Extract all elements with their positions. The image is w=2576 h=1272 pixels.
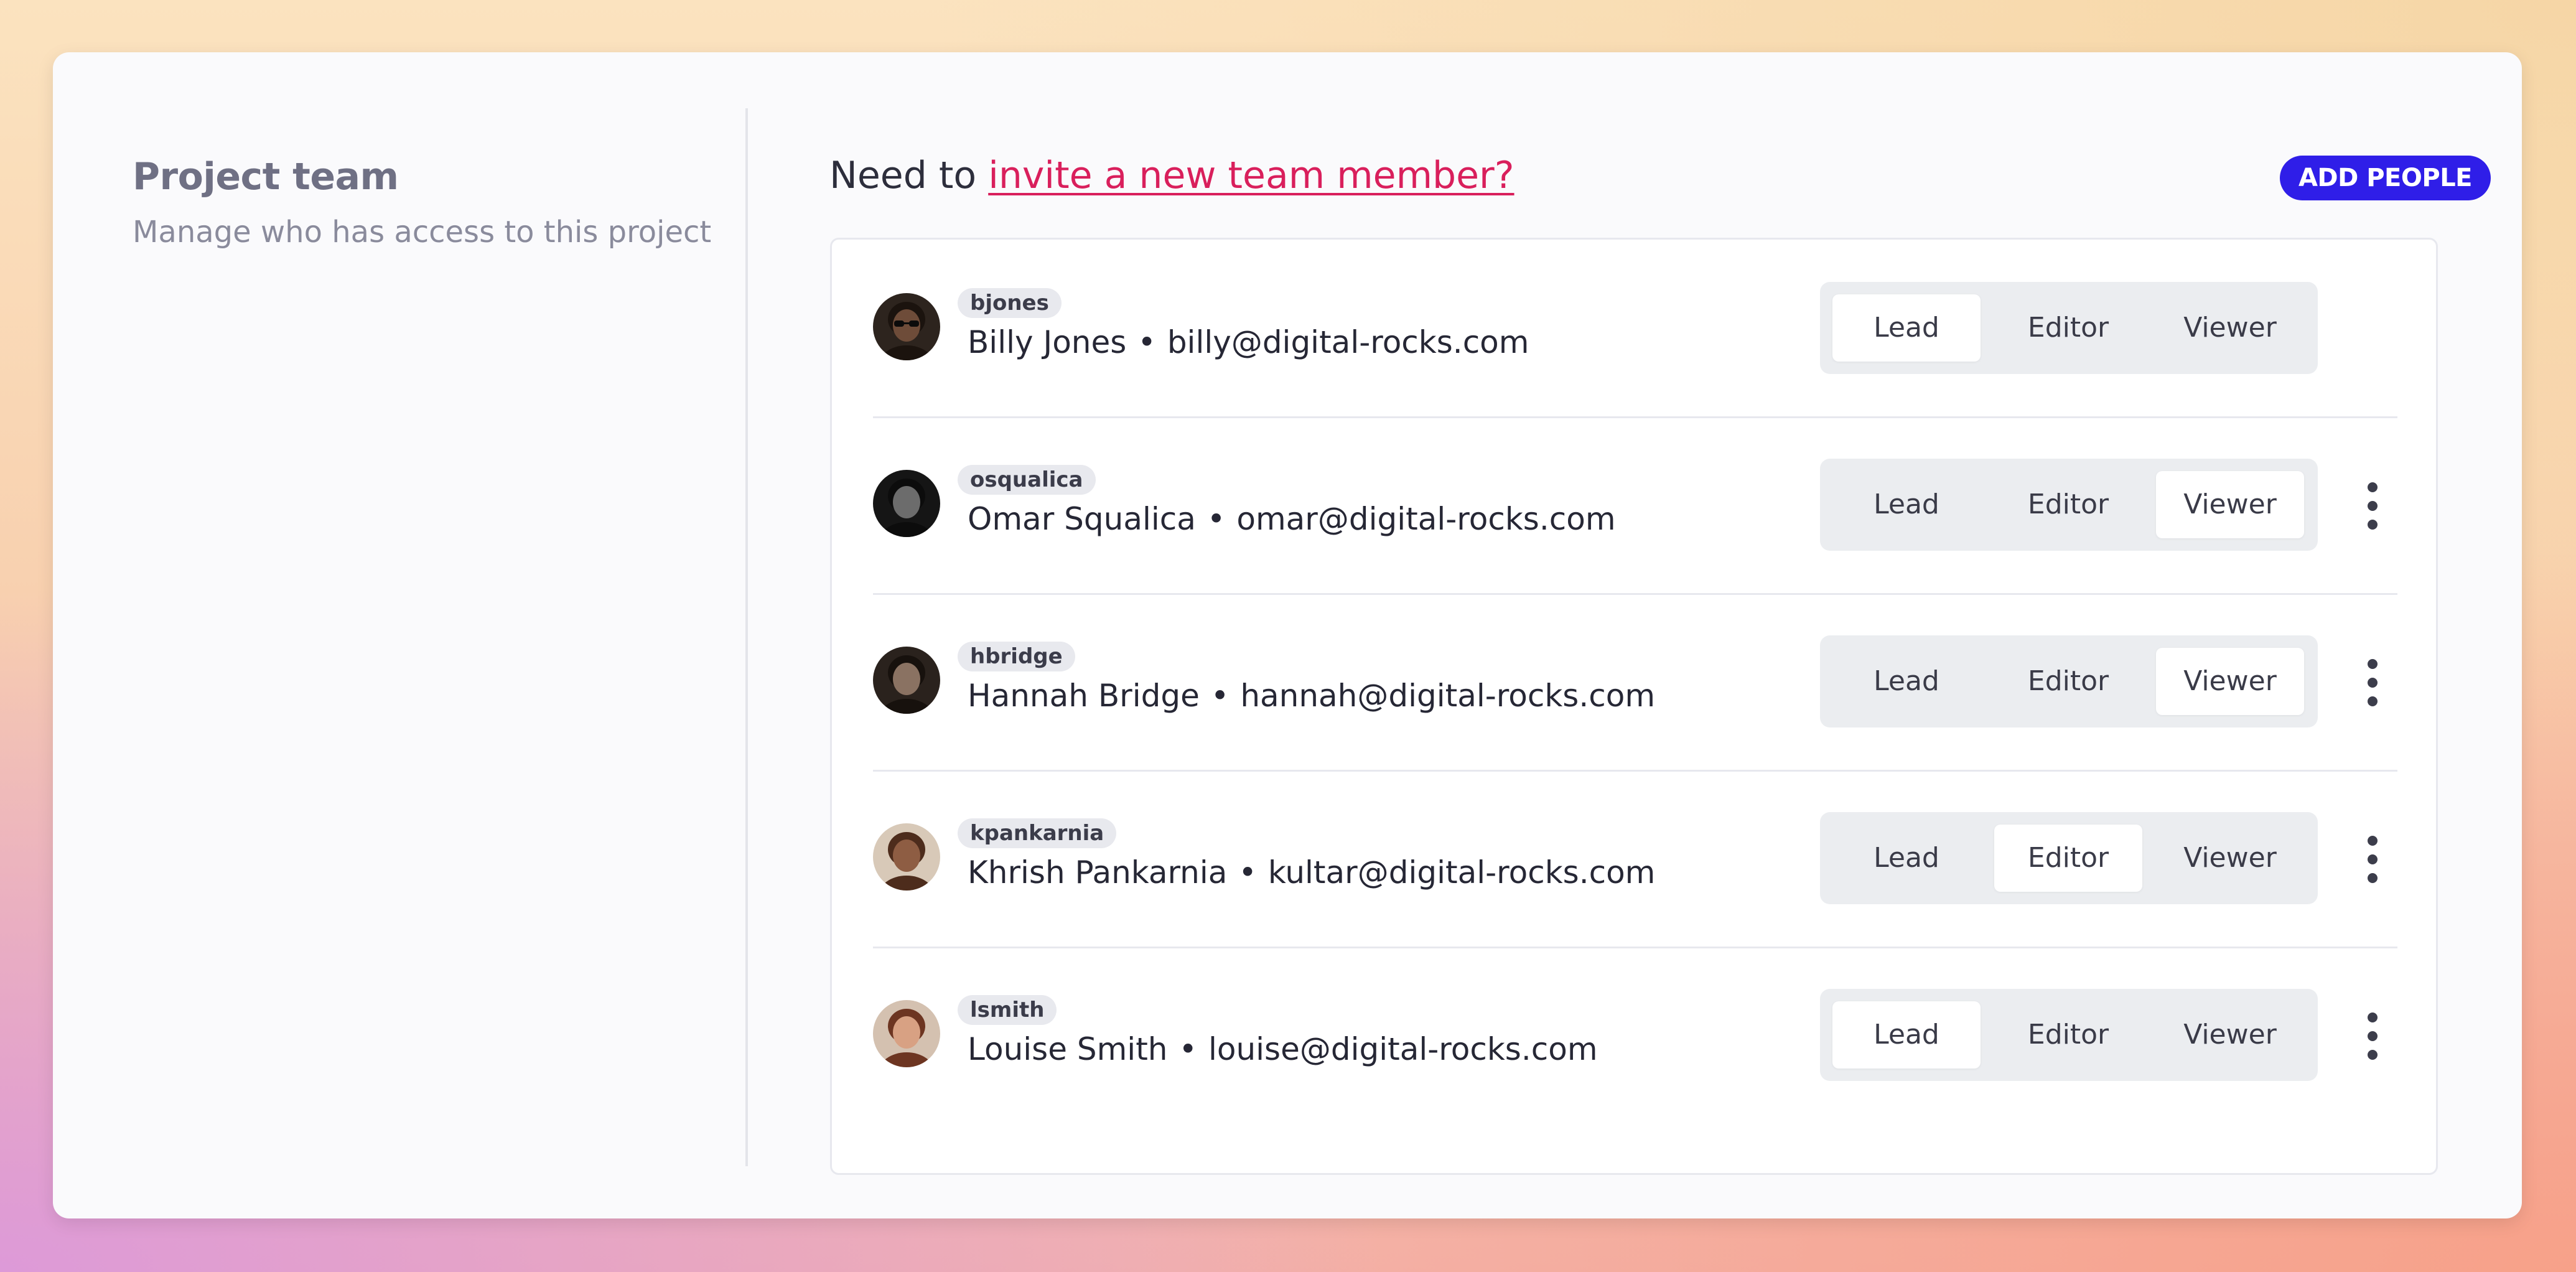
separator-dot: • bbox=[1137, 324, 1156, 360]
role-option-editor[interactable]: Editor bbox=[1994, 825, 2142, 892]
member-name: Omar Squalica bbox=[968, 501, 1196, 537]
avatar-photo-icon bbox=[873, 293, 940, 360]
separator-dot: • bbox=[1238, 854, 1257, 891]
team-header: Need to invite a new team member? ADD PE… bbox=[829, 151, 2491, 213]
menu-dot bbox=[2368, 678, 2378, 688]
menu-dot bbox=[2368, 1031, 2378, 1041]
role-option-lead[interactable]: Lead bbox=[1832, 471, 1981, 538]
member-info: Khrish Pankarnia • kultar@digital-rocks.co… bbox=[968, 852, 1655, 893]
avatar-photo-icon bbox=[873, 470, 940, 537]
member-name: Louise Smith bbox=[968, 1031, 1168, 1067]
member-row: osqualica Omar Squalica • omar@digital-rock… bbox=[873, 416, 2397, 595]
invite-member-link[interactable]: invite a new team member? bbox=[988, 154, 1514, 197]
menu-dot bbox=[2368, 873, 2378, 883]
member-row: kpankarnia Khrish Pankarnia • kultar@digita… bbox=[873, 770, 2397, 948]
role-option-lead[interactable]: Lead bbox=[1832, 825, 1981, 892]
menu-dot bbox=[2368, 501, 2378, 511]
role-switch: Lead Editor Viewer bbox=[1820, 989, 2318, 1081]
username-badge: hbridge bbox=[958, 642, 1075, 671]
menu-dot bbox=[2368, 854, 2378, 864]
more-vertical-icon[interactable] bbox=[2354, 482, 2391, 530]
members-list: bjones Billy Jones • billy@digital-rocks.co… bbox=[830, 238, 2438, 1175]
member-email: omar@digital-rocks.com bbox=[1236, 501, 1616, 537]
project-team-card: Project team Manage who has access to th… bbox=[53, 52, 2522, 1218]
invite-prefix: Need to bbox=[829, 154, 977, 197]
avatar-photo-icon bbox=[873, 823, 940, 891]
separator-dot: • bbox=[1210, 678, 1230, 714]
role-option-viewer[interactable]: Viewer bbox=[2156, 648, 2304, 715]
role-option-editor[interactable]: Editor bbox=[1994, 471, 2142, 538]
role-option-editor[interactable]: Editor bbox=[1994, 648, 2142, 715]
role-option-editor[interactable]: Editor bbox=[1994, 1001, 2142, 1069]
member-info: Omar Squalica • omar@digital-rocks.com bbox=[968, 498, 1616, 540]
member-row: hbridge Hannah Bridge • hannah@digital-rock… bbox=[873, 593, 2397, 772]
menu-dot bbox=[2368, 659, 2378, 669]
role-option-viewer[interactable]: Viewer bbox=[2156, 294, 2304, 362]
member-email: hannah@digital-rocks.com bbox=[1240, 678, 1656, 714]
menu-dot bbox=[2368, 696, 2378, 706]
separator-dot: • bbox=[1178, 1031, 1197, 1067]
more-vertical-icon[interactable] bbox=[2354, 836, 2391, 883]
member-email: billy@digital-rocks.com bbox=[1167, 324, 1529, 360]
member-info: Louise Smith • louise@digital-rocks.com bbox=[968, 1029, 1598, 1070]
role-switch: Lead Editor Viewer bbox=[1820, 812, 2318, 904]
member-info: Hannah Bridge • hannah@digital-rocks.com bbox=[968, 675, 1655, 716]
role-option-editor[interactable]: Editor bbox=[1994, 294, 2142, 362]
member-email: louise@digital-rocks.com bbox=[1208, 1031, 1598, 1067]
role-switch: Lead Editor Viewer bbox=[1820, 459, 2318, 551]
more-vertical-icon[interactable] bbox=[2354, 659, 2391, 706]
vertical-divider bbox=[745, 108, 748, 1166]
section-title: Project team bbox=[133, 155, 399, 199]
role-option-viewer[interactable]: Viewer bbox=[2156, 471, 2304, 538]
menu-dot bbox=[2368, 1050, 2378, 1060]
member-name: Hannah Bridge bbox=[968, 678, 1200, 714]
menu-dot bbox=[2368, 520, 2378, 530]
menu-dot bbox=[2368, 482, 2378, 492]
member-info: Billy Jones • billy@digital-rocks.com bbox=[968, 322, 1529, 363]
role-switch: Lead Editor Viewer bbox=[1820, 635, 2318, 727]
menu-dot bbox=[2368, 1012, 2378, 1022]
username-badge: osqualica bbox=[958, 465, 1096, 495]
section-subtitle: Manage who has access to this project bbox=[133, 215, 712, 250]
avatar-photo-icon bbox=[873, 647, 940, 714]
more-vertical-icon[interactable] bbox=[2354, 1012, 2391, 1060]
role-option-viewer[interactable]: Viewer bbox=[2156, 1001, 2304, 1069]
role-option-lead[interactable]: Lead bbox=[1832, 294, 1981, 362]
role-switch: Lead Editor Viewer bbox=[1820, 282, 2318, 374]
menu-dot bbox=[2368, 836, 2378, 846]
add-people-button[interactable]: ADD PEOPLE bbox=[2279, 156, 2491, 200]
member-name: Khrish Pankarnia bbox=[968, 854, 1228, 891]
role-option-lead[interactable]: Lead bbox=[1832, 648, 1981, 715]
role-option-viewer[interactable]: Viewer bbox=[2156, 825, 2304, 892]
username-badge: lsmith bbox=[958, 995, 1057, 1025]
separator-dot: • bbox=[1206, 501, 1226, 537]
member-email: kultar@digital-rocks.com bbox=[1267, 854, 1656, 891]
member-row: bjones Billy Jones • billy@digital-rocks.co… bbox=[873, 240, 2397, 418]
member-row: lsmith Louise Smith • louise@digital-rocks.… bbox=[873, 947, 2397, 1123]
left-column: Project team Manage who has access to th… bbox=[133, 152, 717, 251]
avatar-photo-icon bbox=[873, 1000, 940, 1067]
role-option-lead[interactable]: Lead bbox=[1832, 1001, 1981, 1069]
member-name: Billy Jones bbox=[968, 324, 1127, 360]
invite-prompt: Need to invite a new team member? bbox=[829, 151, 1514, 200]
username-badge: kpankarnia bbox=[958, 818, 1117, 848]
username-badge: bjones bbox=[958, 288, 1062, 318]
